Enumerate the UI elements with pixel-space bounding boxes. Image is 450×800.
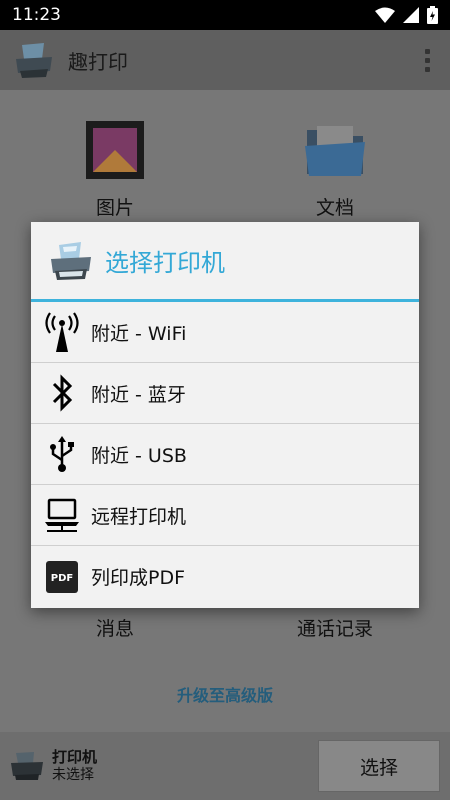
printer-logo-icon (51, 241, 91, 280)
app-logo-icon (16, 43, 52, 78)
select-printer-button[interactable]: 选择 (318, 740, 440, 792)
wifi-antenna-icon (45, 312, 79, 352)
app-title: 趣打印 (68, 49, 128, 74)
printer-status: 未选择 (52, 766, 94, 783)
printer-icon (11, 752, 43, 780)
tile-documents-label: 文档 (315, 197, 354, 219)
printer-name: 打印机 (52, 747, 98, 766)
option-remote-printer[interactable]: 远程打印机 (31, 485, 419, 546)
bottom-bar: 打印机 未选择 选择 (0, 732, 450, 800)
tile-documents[interactable]: 文档 (235, 120, 435, 220)
select-printer-dialog: 选择打印机 附近 - WiFi 附近 - 蓝牙 附近 - USB 远程打印机 P… (31, 222, 419, 608)
wifi-signal-icon (375, 7, 395, 23)
status-bar: 11:23 (0, 0, 450, 30)
option-print-to-pdf-label: 列印成PDF (91, 567, 186, 589)
usb-icon (50, 436, 74, 472)
tile-messages-label: 消息 (95, 618, 134, 640)
cell-signal-icon (403, 7, 419, 23)
tile-messages[interactable]: 消息 (15, 614, 215, 641)
printer-info: 打印机 未选择 (52, 748, 97, 784)
tile-photos[interactable]: 图片 (15, 120, 215, 220)
option-nearby-bluetooth-label: 附近 - 蓝牙 (91, 383, 186, 406)
dialog-header: 选择打印机 (31, 222, 419, 302)
option-nearby-usb-label: 附近 - USB (91, 444, 187, 467)
remote-computer-icon (45, 498, 79, 532)
status-icons (375, 6, 438, 24)
svg-text:PDF: PDF (51, 573, 73, 584)
option-nearby-wifi-label: 附近 - WiFi (91, 322, 187, 345)
tile-call-log-label: 通话记录 (296, 618, 373, 640)
folder-icon (305, 126, 365, 176)
option-nearby-usb[interactable]: 附近 - USB (31, 424, 419, 485)
option-nearby-wifi[interactable]: 附近 - WiFi (31, 302, 419, 363)
photo-icon (86, 121, 144, 179)
dialog-title: 选择打印机 (105, 249, 225, 277)
pdf-icon: PDF (46, 560, 78, 593)
app-bar: 趣打印 (0, 30, 450, 90)
battery-icon (427, 6, 438, 24)
status-time: 11:23 (12, 5, 61, 25)
option-print-to-pdf[interactable]: PDF 列印成PDF (31, 546, 419, 607)
tile-photos-label: 图片 (95, 197, 134, 219)
upgrade-link[interactable]: 升级至高级版 (0, 682, 450, 706)
tile-call-log[interactable]: 通话记录 (235, 614, 435, 641)
option-remote-printer-label: 远程打印机 (91, 505, 187, 528)
bluetooth-icon (52, 374, 73, 412)
option-nearby-bluetooth[interactable]: 附近 - 蓝牙 (31, 363, 419, 424)
overflow-menu-icon[interactable] (419, 43, 436, 78)
